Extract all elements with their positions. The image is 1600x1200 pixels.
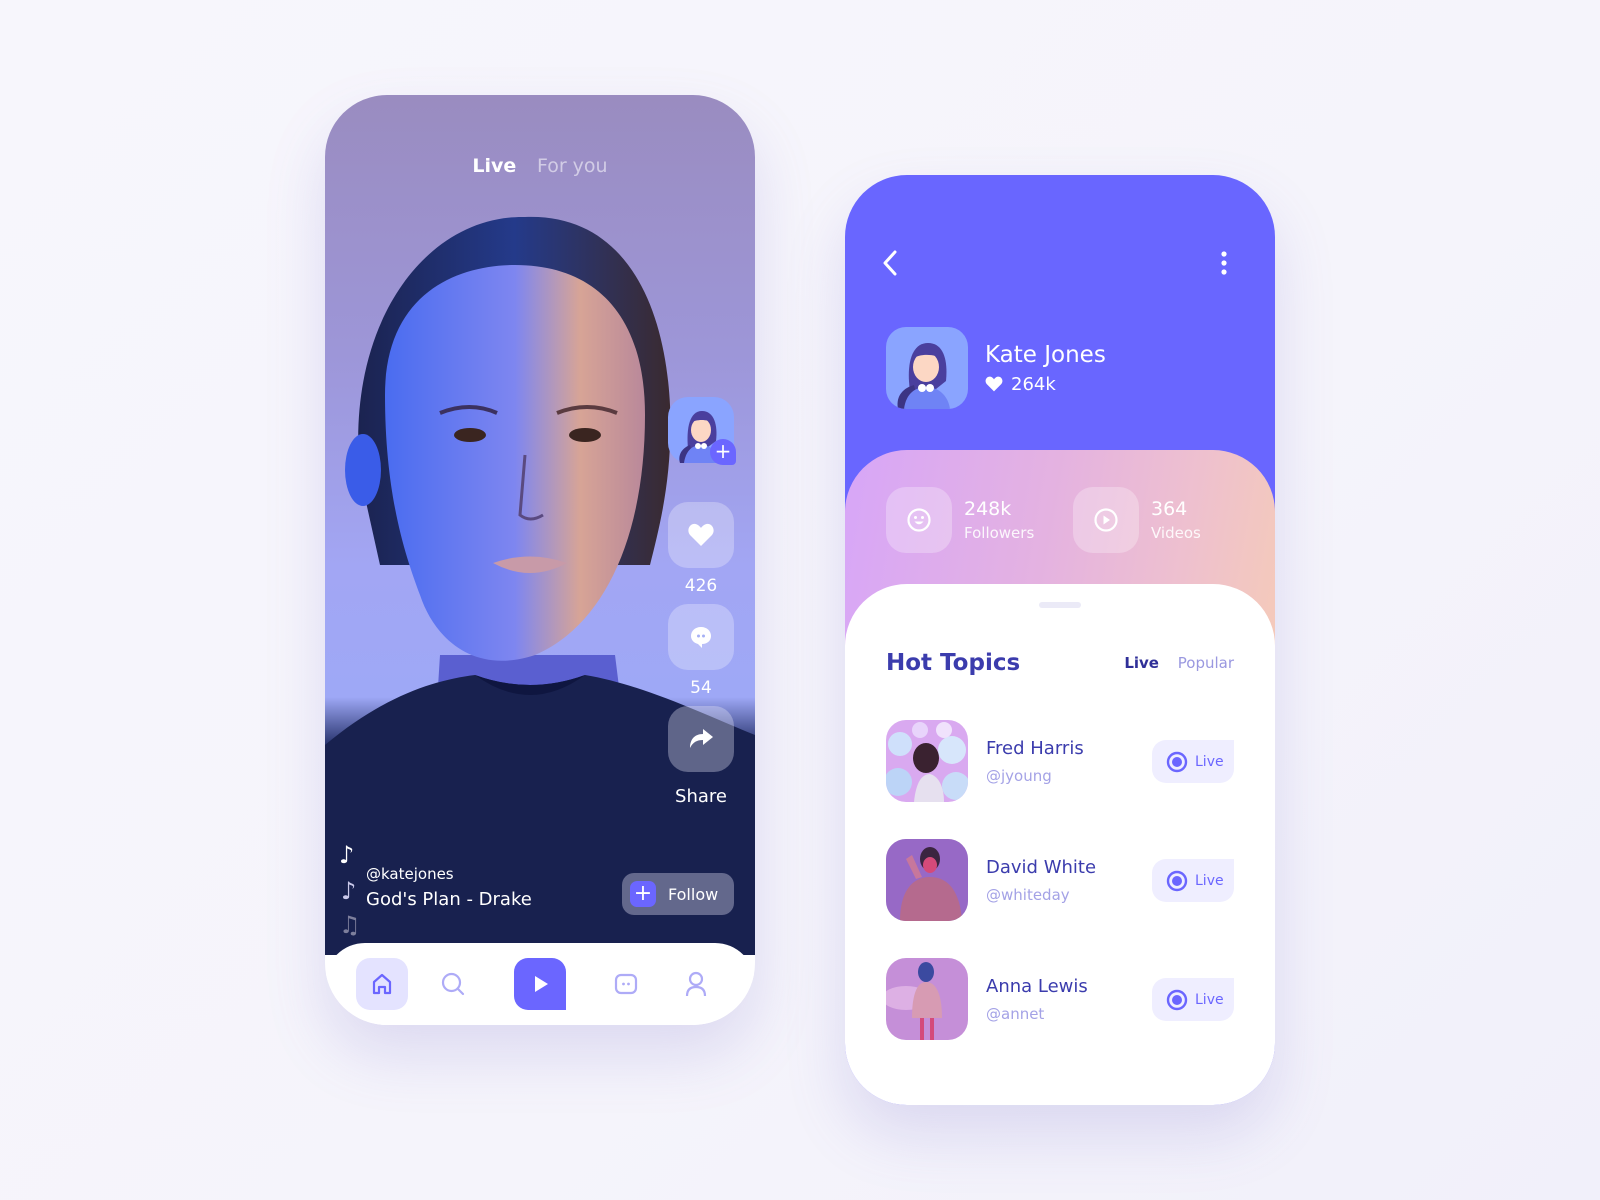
thumbnail-image bbox=[886, 720, 968, 802]
comment-button[interactable] bbox=[668, 604, 734, 670]
more-vertical-icon bbox=[1221, 251, 1227, 275]
followers-value: 248k bbox=[964, 498, 1012, 520]
follow-plus-icon[interactable]: + bbox=[710, 439, 736, 465]
topic-thumbnail bbox=[886, 958, 968, 1040]
profile-likes: 264k bbox=[985, 374, 1106, 395]
thumbnail-image bbox=[886, 958, 968, 1040]
nav-home[interactable] bbox=[356, 958, 408, 1010]
video-feed-screen: Live For you + 426 54 Share ♪ ♪ ♫ @katej… bbox=[325, 95, 755, 1025]
videos-label: Videos bbox=[1151, 524, 1201, 542]
topic-meta: Anna Lewis @annet bbox=[986, 976, 1088, 1023]
live-label: Live bbox=[1195, 872, 1224, 889]
hot-topics-sheet: Hot Topics Live Popular Fred Harris @jyo… bbox=[845, 584, 1275, 1105]
live-radio-icon bbox=[1166, 989, 1188, 1010]
profile-name: Kate Jones bbox=[985, 341, 1106, 368]
list-item[interactable]: David White @whiteday Live bbox=[886, 839, 1234, 921]
play-circle-icon bbox=[1094, 508, 1118, 532]
heart-icon bbox=[688, 523, 714, 546]
follow-button[interactable]: + Follow bbox=[622, 873, 734, 915]
share-button[interactable] bbox=[668, 706, 734, 772]
profile-avatar[interactable] bbox=[886, 327, 968, 409]
live-radio-icon bbox=[1166, 751, 1188, 772]
play-icon bbox=[535, 976, 548, 992]
like-count: 426 bbox=[684, 576, 718, 596]
nav-profile[interactable] bbox=[670, 958, 722, 1010]
topic-thumbnail bbox=[886, 839, 968, 921]
topic-name: Anna Lewis bbox=[986, 975, 1088, 997]
back-button[interactable] bbox=[881, 249, 899, 281]
list-item[interactable]: Fred Harris @jyoung Live bbox=[886, 720, 1234, 802]
share-label: Share bbox=[675, 786, 727, 807]
live-button[interactable]: Live bbox=[1152, 740, 1234, 783]
nav-search[interactable] bbox=[427, 958, 479, 1010]
comment-count: 54 bbox=[690, 678, 712, 698]
tab-popular[interactable]: Popular bbox=[1178, 654, 1234, 672]
video-actions: + 426 54 Share bbox=[668, 397, 736, 807]
stat-videos[interactable]: 364 Videos bbox=[1073, 487, 1201, 553]
live-label: Live bbox=[1195, 991, 1224, 1008]
chat-icon bbox=[614, 973, 638, 995]
live-video[interactable]: Live For you + 426 54 Share ♪ ♪ ♫ @katej… bbox=[325, 95, 755, 955]
creator-avatar-button[interactable]: + bbox=[668, 397, 736, 465]
followers-label: Followers bbox=[964, 524, 1035, 542]
topic-name: Fred Harris bbox=[986, 737, 1084, 759]
chat-bubble-icon bbox=[691, 627, 711, 648]
nav-messages[interactable] bbox=[600, 958, 652, 1010]
section-tabs: Live Popular bbox=[1110, 654, 1234, 672]
profile-meta: Kate Jones 264k bbox=[985, 342, 1106, 395]
search-icon bbox=[441, 972, 465, 996]
videos-value: 364 bbox=[1151, 498, 1188, 520]
thumbnail-image bbox=[886, 839, 968, 921]
profile-top-bar bbox=[845, 245, 1275, 285]
stat-followers[interactable]: 248k Followers bbox=[886, 487, 1034, 553]
tab-for-you[interactable]: For you bbox=[537, 155, 608, 177]
smiley-icon bbox=[907, 508, 931, 532]
live-radio-icon bbox=[1166, 870, 1188, 891]
profile-screen: Kate Jones 264k 248k Followers 364 Video… bbox=[845, 175, 1275, 1105]
song-title[interactable]: God's Plan - Drake bbox=[366, 889, 532, 910]
stat-text: 364 Videos bbox=[1151, 498, 1201, 542]
share-arrow-icon bbox=[690, 729, 713, 748]
topic-meta: David White @whiteday bbox=[986, 857, 1096, 904]
feed-tabs: Live For you bbox=[325, 155, 755, 177]
track-info: @katejones God's Plan - Drake bbox=[366, 865, 532, 910]
list-item[interactable]: Anna Lewis @annet Live bbox=[886, 958, 1234, 1040]
stat-icon-box bbox=[886, 487, 952, 553]
plus-icon: + bbox=[630, 881, 656, 907]
topic-handle: @annet bbox=[986, 1004, 1045, 1023]
stat-text: 248k Followers bbox=[964, 498, 1034, 542]
topic-name: David White bbox=[986, 856, 1097, 878]
live-label: Live bbox=[1195, 753, 1224, 770]
heart-icon bbox=[985, 376, 1003, 392]
profile-header: Kate Jones 264k bbox=[886, 327, 1106, 409]
topic-list: Fred Harris @jyoung Live David White @wh… bbox=[886, 720, 1234, 1077]
stat-icon-box bbox=[1073, 487, 1139, 553]
follow-label: Follow bbox=[668, 884, 719, 904]
like-button[interactable] bbox=[668, 502, 734, 568]
live-button[interactable]: Live bbox=[1152, 859, 1234, 902]
nav-play[interactable] bbox=[514, 958, 566, 1010]
more-options-button[interactable] bbox=[1221, 251, 1227, 279]
live-button[interactable]: Live bbox=[1152, 978, 1234, 1021]
topic-handle: @whiteday bbox=[986, 885, 1070, 904]
music-note-icon: ♪ bbox=[339, 841, 355, 869]
home-icon bbox=[372, 973, 392, 995]
topic-thumbnail bbox=[886, 720, 968, 802]
avatar-illustration-icon bbox=[897, 343, 950, 409]
sheet-drag-handle[interactable] bbox=[1039, 602, 1081, 608]
music-note-icon: ♪ bbox=[341, 877, 357, 905]
tab-live[interactable]: Live bbox=[1124, 654, 1159, 672]
video-username[interactable]: @katejones bbox=[366, 865, 532, 883]
section-title: Hot Topics bbox=[886, 650, 1021, 676]
topic-meta: Fred Harris @jyoung bbox=[986, 738, 1084, 785]
chevron-left-icon bbox=[883, 250, 897, 276]
tab-live[interactable]: Live bbox=[472, 155, 516, 177]
profile-icon bbox=[685, 971, 707, 997]
topic-handle: @jyoung bbox=[986, 766, 1052, 785]
music-notes-icon: ♫ bbox=[339, 911, 361, 939]
bottom-navigation bbox=[325, 943, 755, 1025]
likes-count: 264k bbox=[1011, 373, 1056, 395]
